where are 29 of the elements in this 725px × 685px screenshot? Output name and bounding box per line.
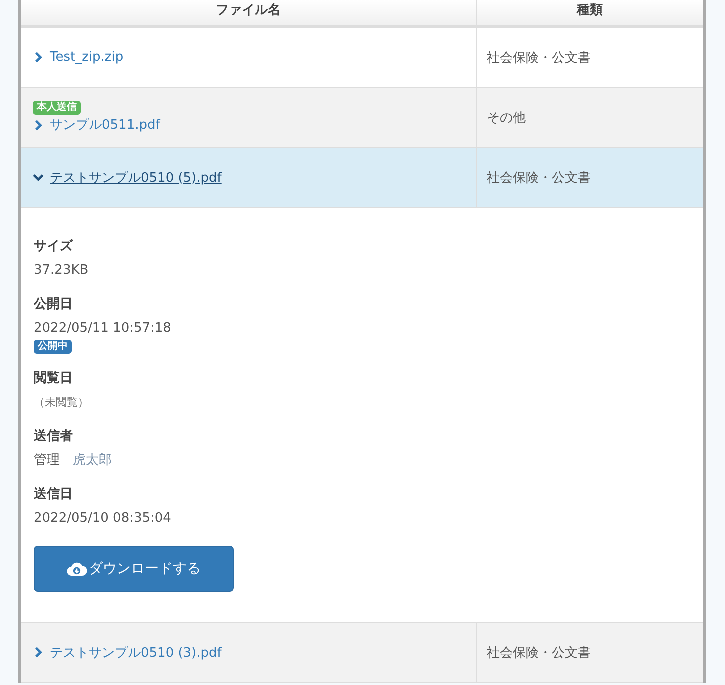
download-button[interactable]: ダウンロードする: [34, 546, 234, 592]
field-value: （未閲覧）: [34, 395, 89, 411]
field-value: 2022/05/11 10:57:18: [34, 320, 172, 338]
file-link[interactable]: Test_zip.zip: [50, 50, 124, 65]
field-value: 管理: [34, 452, 60, 470]
chevron-right-icon[interactable]: [33, 52, 44, 63]
file-link[interactable]: サンプル0511.pdf: [50, 116, 160, 134]
status-badge: 公開中: [34, 340, 72, 354]
field-label: 送信者: [34, 428, 73, 446]
status-badge: 本人送信: [33, 101, 81, 115]
column-header: 種類: [576, 2, 604, 20]
table-cell-text: 社会保険・公文書: [486, 50, 592, 68]
table-cell-text: その他: [486, 110, 527, 128]
field-value: 2022/05/10 08:35:04: [34, 510, 172, 528]
column-header: ファイル名: [21, 0, 477, 25]
cloud-download-icon: [67, 561, 87, 577]
field-value: 虎太郎: [73, 452, 112, 470]
chevron-down-icon[interactable]: [33, 172, 44, 183]
chevron-right-icon[interactable]: [33, 647, 44, 658]
field-label: 送信日: [34, 486, 73, 504]
field-label: 閲覧日: [34, 370, 73, 388]
file-link[interactable]: テストサンプル0510 (3).pdf: [50, 644, 222, 662]
field-label: サイズ: [34, 238, 73, 256]
field-label: 公開日: [34, 296, 73, 314]
table-cell-text: 社会保険・公文書: [486, 644, 592, 662]
field-value: 37.23KB: [34, 262, 89, 280]
file-link[interactable]: テストサンプル0510 (5).pdf: [50, 168, 222, 186]
chevron-right-icon[interactable]: [33, 120, 44, 130]
table-cell-text: 社会保険・公文書: [486, 170, 592, 188]
